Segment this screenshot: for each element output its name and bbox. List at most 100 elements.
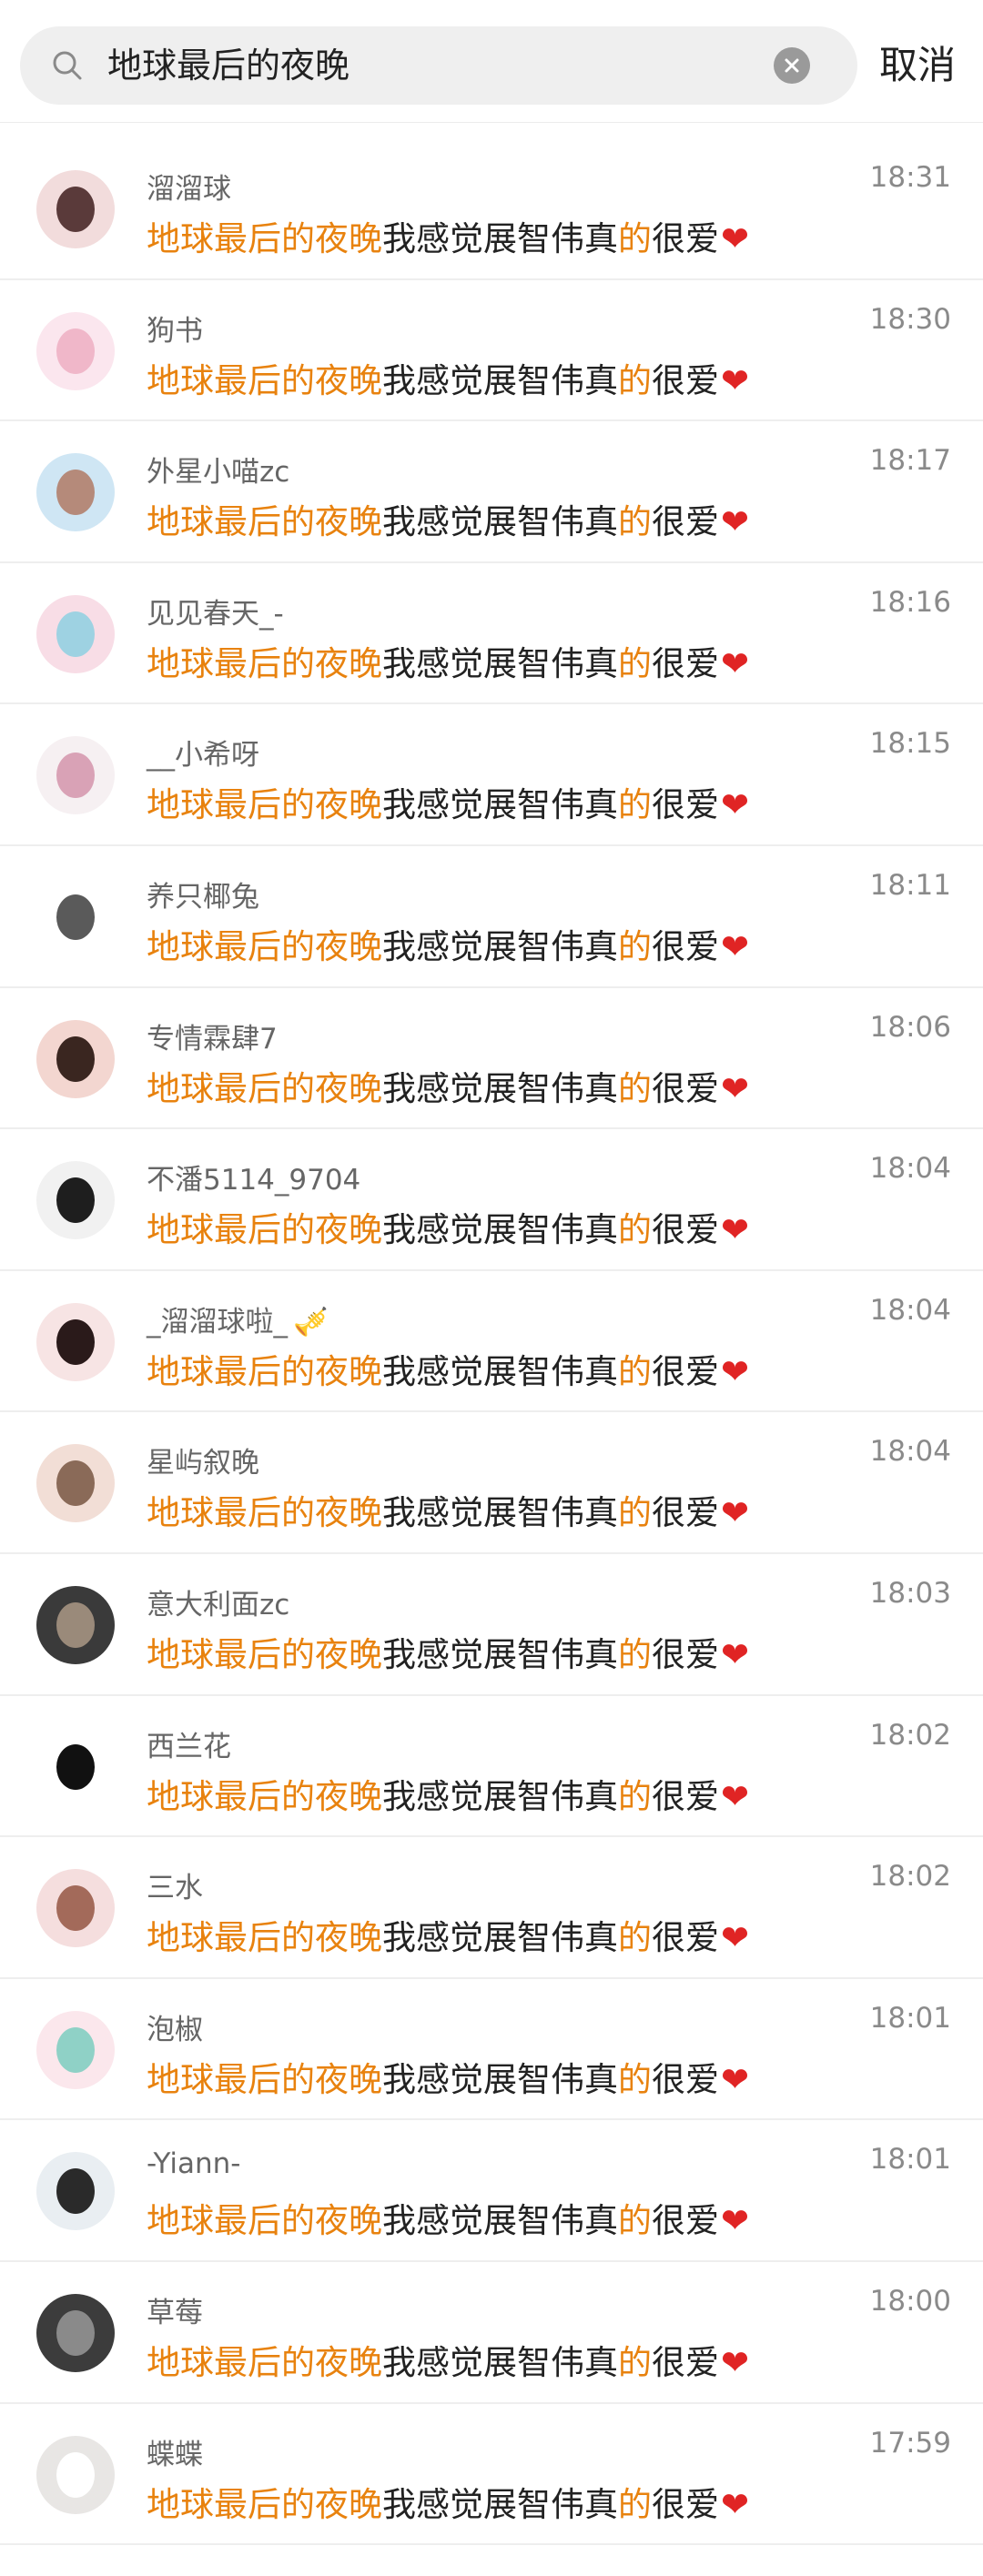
keyword-highlight: 地球最后的夜晚 xyxy=(147,643,382,683)
search-icon xyxy=(53,51,82,80)
list-item[interactable]: 草莓 18:00 地球最后的夜晚我感觉展智伟真的很爱❤ xyxy=(0,2262,983,2404)
keyword-highlight: 的 xyxy=(618,219,652,258)
list-item[interactable]: _溜溜球啦_ 🎺 18:04 地球最后的夜晚我感觉展智伟真的很爱❤ xyxy=(0,1271,983,1413)
avatar[interactable] xyxy=(36,2010,115,2089)
clear-icon[interactable] xyxy=(774,47,810,84)
avatar-fill xyxy=(56,753,95,799)
list-item[interactable]: 蝶蝶 17:59 地球最后的夜晚我感觉展智伟真的很爱❤ xyxy=(0,2404,983,2546)
list-item[interactable]: 西兰花 18:02 地球最后的夜晚我感觉展智伟真的很爱❤ xyxy=(0,1696,983,1838)
message-time: 18:15 xyxy=(869,727,951,761)
message-text: 我感觉展智伟真 xyxy=(382,1634,618,1674)
heart-emoji: ❤ xyxy=(721,1068,750,1108)
avatar[interactable] xyxy=(36,1161,115,1240)
message-snippet: 地球最后的夜晚我感觉展智伟真的很爱❤ xyxy=(147,1061,749,1110)
keyword-highlight: 的 xyxy=(618,2201,652,2241)
avatar[interactable] xyxy=(36,2293,115,2372)
avatar[interactable] xyxy=(36,1444,115,1523)
keyword-highlight: 的 xyxy=(618,785,652,825)
avatar[interactable] xyxy=(36,1019,115,1098)
message-time: 18:04 xyxy=(869,1293,951,1327)
message-text: 很爱 xyxy=(652,643,719,683)
message-text: 我感觉展智伟真 xyxy=(382,1068,618,1108)
message-text: 很爱 xyxy=(652,502,719,542)
heart-emoji: ❤ xyxy=(721,219,750,258)
avatar-fill xyxy=(56,1743,95,1790)
cancel-button[interactable]: 取消 xyxy=(879,26,970,105)
message-snippet: 地球最后的夜晚我感觉展智伟真的很爱❤ xyxy=(147,636,749,685)
list-item[interactable]: 意大利面zc 18:03 地球最后的夜晚我感觉展智伟真的很爱❤ xyxy=(0,1554,983,1696)
sender-name: 不潘5114_9704 xyxy=(147,1164,361,1197)
avatar-fill xyxy=(56,187,95,232)
message-snippet: 地球最后的夜晚我感觉展智伟真的很爱❤ xyxy=(147,2335,749,2384)
message-text: 很爱 xyxy=(652,1210,719,1250)
message-snippet: 地球最后的夜晚我感觉展智伟真的很爱❤ xyxy=(147,2052,749,2101)
avatar[interactable] xyxy=(36,453,115,532)
list-item[interactable]: 不潘5114_9704 18:04 地球最后的夜晚我感觉展智伟真的很爱❤ xyxy=(0,1129,983,1271)
message-text: 我感觉展智伟真 xyxy=(382,219,618,258)
avatar-fill xyxy=(56,2168,95,2215)
search-bar[interactable]: 地球最后的夜晚 xyxy=(20,26,857,105)
message-snippet: 地球最后的夜晚我感觉展智伟真的很爱❤ xyxy=(147,777,749,826)
message-text: 很爱 xyxy=(652,1634,719,1674)
sender-name: 西兰花 xyxy=(147,1730,231,1763)
avatar[interactable] xyxy=(36,1585,115,1664)
search-input[interactable]: 地球最后的夜晚 xyxy=(107,26,350,105)
avatar[interactable] xyxy=(36,877,115,956)
avatar[interactable] xyxy=(36,170,115,248)
list-item[interactable]: __小希呀 18:15 地球最后的夜晚我感觉展智伟真的很爱❤ xyxy=(0,704,983,846)
avatar[interactable] xyxy=(36,736,115,815)
list-item[interactable]: 外星小喵zc 18:17 地球最后的夜晚我感觉展智伟真的很爱❤ xyxy=(0,421,983,563)
message-text: 很爱 xyxy=(652,1493,719,1533)
message-text: 很爱 xyxy=(652,360,719,400)
avatar-fill xyxy=(56,470,95,516)
sender-name: -Yiann- xyxy=(147,2147,241,2181)
keyword-highlight: 的 xyxy=(618,926,652,966)
avatar[interactable] xyxy=(36,1869,115,1948)
keyword-highlight: 的 xyxy=(618,1493,652,1533)
message-time: 18:16 xyxy=(869,585,951,619)
keyword-highlight: 地球最后的夜晚 xyxy=(147,2059,382,2099)
avatar[interactable] xyxy=(36,1727,115,1806)
keyword-highlight: 地球最后的夜晚 xyxy=(147,1493,382,1533)
avatar[interactable] xyxy=(36,2435,115,2514)
avatar[interactable] xyxy=(36,594,115,673)
avatar-fill xyxy=(56,1318,95,1365)
avatar[interactable] xyxy=(36,2152,115,2231)
avatar-fill xyxy=(56,1177,95,1224)
keyword-highlight: 地球最后的夜晚 xyxy=(147,926,382,966)
keyword-highlight: 地球最后的夜晚 xyxy=(147,1776,382,1816)
message-time: 18:01 xyxy=(869,2143,951,2177)
keyword-highlight: 地球最后的夜晚 xyxy=(147,785,382,825)
avatar[interactable] xyxy=(36,311,115,390)
heart-emoji: ❤ xyxy=(721,2059,750,2099)
list-item[interactable]: 养只椰兔 18:11 地球最后的夜晚我感觉展智伟真的很爱❤ xyxy=(0,846,983,988)
heart-emoji: ❤ xyxy=(721,1493,750,1533)
list-item[interactable]: 溜溜球 18:31 地球最后的夜晚我感觉展智伟真的很爱❤ xyxy=(0,138,983,280)
list-item[interactable]: 专情霖肆7 18:06 地球最后的夜晚我感觉展智伟真的很爱❤ xyxy=(0,988,983,1130)
keyword-highlight: 的 xyxy=(618,2059,652,2099)
list-item[interactable]: -Yiann- 18:01 地球最后的夜晚我感觉展智伟真的很爱❤ xyxy=(0,2120,983,2262)
list-item[interactable]: 见见春天_- 18:16 地球最后的夜晚我感觉展智伟真的很爱❤ xyxy=(0,563,983,705)
heart-emoji: ❤ xyxy=(721,1351,750,1391)
list-item[interactable]: 三水 18:02 地球最后的夜晚我感觉展智伟真的很爱❤ xyxy=(0,1837,983,1979)
message-text: 我感觉展智伟真 xyxy=(382,1493,618,1533)
message-text: 很爱 xyxy=(652,1068,719,1108)
keyword-highlight: 的 xyxy=(618,2342,652,2382)
sender-name: __小希呀 xyxy=(147,739,259,773)
heart-emoji: ❤ xyxy=(721,643,750,683)
avatar-fill xyxy=(56,894,95,940)
list-item[interactable]: 星屿叙晚 18:04 地球最后的夜晚我感觉展智伟真的很爱❤ xyxy=(0,1412,983,1554)
sender-name: 见见春天_- xyxy=(147,597,284,631)
message-snippet: 地球最后的夜晚我感觉展智伟真的很爱❤ xyxy=(147,1769,749,1818)
heart-emoji: ❤ xyxy=(721,360,750,400)
list-item[interactable]: 泡椒 18:01 地球最后的夜晚我感觉展智伟真的很爱❤ xyxy=(0,1979,983,2121)
avatar-fill xyxy=(56,2309,95,2356)
message-time: 18:02 xyxy=(869,1718,951,1752)
result-list: 溜溜球 18:31 地球最后的夜晚我感觉展智伟真的很爱❤ 狗书 18:30 地球… xyxy=(0,138,983,2546)
list-item[interactable]: 狗书 18:30 地球最后的夜晚我感觉展智伟真的很爱❤ xyxy=(0,280,983,422)
keyword-highlight: 的 xyxy=(618,1776,652,1816)
message-text: 很爱 xyxy=(652,219,719,258)
avatar-fill xyxy=(56,1035,95,1082)
keyword-highlight: 的 xyxy=(618,1351,652,1391)
avatar[interactable] xyxy=(36,1302,115,1381)
